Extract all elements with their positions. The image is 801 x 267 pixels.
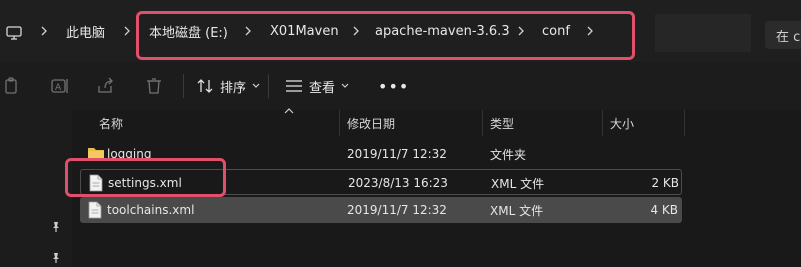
- search-input[interactable]: 在 c: [765, 21, 801, 49]
- path-highlight-box: [136, 11, 635, 60]
- view-label: 查看: [309, 80, 336, 96]
- pin-icon[interactable]: [50, 221, 62, 233]
- file-highlight-box: [65, 158, 226, 197]
- view-list-icon: [286, 80, 302, 92]
- file-explorer-window: 此电脑 本地磁盘 (E:) X01Maven apache-maven-3.6.…: [0, 0, 801, 267]
- file-modified: 2019/11/7 12:32: [347, 203, 447, 217]
- column-header-modified[interactable]: 修改日期: [347, 110, 395, 136]
- sort-icon: [197, 79, 213, 93]
- file-modified: 2019/11/7 12:32: [347, 147, 447, 161]
- sort-label: 排序: [220, 80, 247, 96]
- svg-text:A: A: [55, 83, 62, 93]
- chevron-down-icon: [341, 83, 349, 88]
- chevron-down-icon: [252, 83, 260, 88]
- sort-ascending-icon: [284, 108, 294, 114]
- file-size: [610, 141, 678, 167]
- file-name: toolchains.xml: [107, 203, 195, 217]
- view-button[interactable]: 查看: [285, 74, 349, 98]
- delete-icon[interactable]: [144, 76, 164, 96]
- column-divider[interactable]: [339, 110, 340, 136]
- column-header-size[interactable]: 大小: [610, 110, 634, 136]
- column-divider[interactable]: [482, 110, 483, 136]
- file-type: 文件夹: [490, 147, 527, 162]
- more-options-button[interactable]: •••: [378, 74, 409, 98]
- computer-icon[interactable]: [6, 26, 22, 40]
- paste-icon[interactable]: [2, 76, 22, 96]
- rename-icon[interactable]: A: [50, 76, 70, 96]
- command-bar: A 排序 查看 •••: [0, 62, 801, 110]
- address-bar-blank-area[interactable]: [655, 14, 751, 52]
- file-icon: [88, 201, 102, 219]
- address-bar[interactable]: 此电脑 本地磁盘 (E:) X01Maven apache-maven-3.6.…: [0, 0, 801, 62]
- column-header-type[interactable]: 类型: [490, 110, 514, 136]
- chevron-right-icon[interactable]: [121, 0, 133, 62]
- pin-icon[interactable]: [50, 252, 62, 264]
- toolbar-divider: [183, 74, 184, 98]
- file-size: 4 KB: [650, 203, 678, 217]
- sort-button[interactable]: 排序: [196, 74, 260, 98]
- column-divider[interactable]: [602, 110, 603, 136]
- toolbar-divider: [268, 74, 269, 98]
- file-size: 2 KB: [651, 176, 679, 190]
- file-type: XML 文件: [491, 176, 545, 191]
- breadcrumb-this-pc[interactable]: 此电脑: [66, 0, 105, 62]
- column-divider[interactable]: [684, 110, 685, 136]
- file-modified: 2023/8/13 16:23: [348, 176, 448, 190]
- share-icon[interactable]: [96, 76, 116, 96]
- chevron-right-icon[interactable]: [38, 0, 50, 62]
- file-type: XML 文件: [490, 203, 544, 218]
- list-item[interactable]: toolchains.xml 2019/11/7 12:32 XML 文件 4 …: [80, 197, 682, 223]
- column-header-name[interactable]: 名称: [99, 110, 123, 136]
- navigation-pane[interactable]: [0, 110, 72, 267]
